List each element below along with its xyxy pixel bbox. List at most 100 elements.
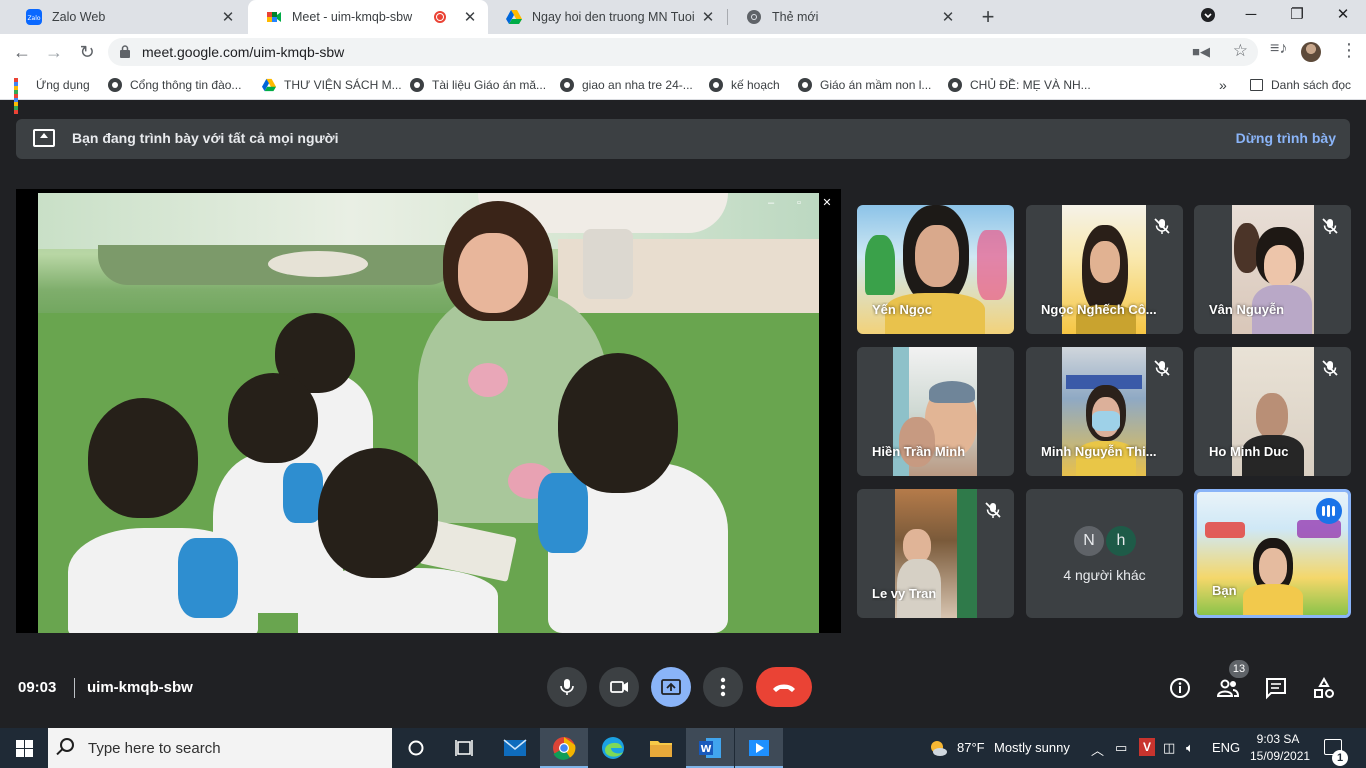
participant-tile[interactable]: Vân Nguyễn bbox=[1194, 205, 1351, 334]
stop-presenting-button[interactable]: Dừng trình bày bbox=[1236, 130, 1336, 146]
tab-title: Zalo Web bbox=[52, 10, 106, 24]
divider bbox=[74, 678, 75, 698]
reading-list-icon bbox=[1250, 79, 1263, 91]
self-view-tile[interactable]: Bạn bbox=[1194, 489, 1351, 618]
clock-time: 9:03 SA bbox=[1256, 732, 1300, 746]
tray-chevron-up-icon[interactable]: ︿ bbox=[1091, 740, 1104, 759]
participant-tile[interactable]: Le vy Tran bbox=[857, 489, 1014, 618]
minimize-icon[interactable]: – bbox=[761, 193, 781, 213]
profile-avatar[interactable] bbox=[1301, 42, 1321, 62]
participant-name: Minh Nguyễn Thi... bbox=[1041, 444, 1157, 459]
popout-icon[interactable]: ▫ bbox=[789, 193, 809, 213]
apps-icon bbox=[14, 78, 28, 114]
more-options-button[interactable] bbox=[703, 667, 743, 707]
participant-tile[interactable]: Yến Ngọc bbox=[857, 205, 1014, 334]
bookmarks-overflow-button[interactable]: » bbox=[1219, 76, 1227, 94]
tab-drive[interactable]: Ngay hoi den truong MN Tuoi Xa ✕ bbox=[488, 0, 726, 34]
more-vert-icon bbox=[720, 677, 726, 697]
bookmark-label: THƯ VIỆN SÁCH M... bbox=[284, 78, 402, 92]
taskbar-app-chrome[interactable] bbox=[540, 728, 588, 768]
self-name: Bạn bbox=[1212, 583, 1237, 598]
tab-search-button[interactable] bbox=[1185, 0, 1231, 30]
weather-temperature[interactable]: 87°F bbox=[957, 740, 985, 755]
camera-icon[interactable]: ■◀ bbox=[1192, 44, 1210, 60]
taskbar-app-media[interactable] bbox=[735, 728, 783, 768]
reading-list-button[interactable]: Danh sách đọc bbox=[1250, 76, 1351, 94]
windows-start-icon[interactable] bbox=[16, 740, 33, 757]
restore-button[interactable]: ❐ bbox=[1274, 0, 1320, 30]
weather-description[interactable]: Mostly sunny bbox=[994, 740, 1070, 755]
bookmark-item[interactable]: Giáo án mầm non l... bbox=[798, 76, 931, 94]
present-screen-icon bbox=[661, 679, 681, 695]
chrome-icon bbox=[553, 737, 576, 760]
participant-name: Hiền Trần Minh bbox=[872, 444, 966, 459]
close-icon[interactable]: ✕ bbox=[700, 8, 716, 26]
close-icon[interactable]: ✕ bbox=[817, 193, 837, 213]
taskbar-search-box[interactable]: Type here to search bbox=[48, 728, 392, 768]
tab-new-tab[interactable]: Thẻ mới ✕ bbox=[728, 0, 966, 34]
close-window-button[interactable]: ✕ bbox=[1320, 0, 1366, 30]
taskbar-app-edge[interactable] bbox=[589, 728, 637, 768]
new-tab-button[interactable]: + bbox=[974, 3, 1002, 31]
input-language[interactable]: ENG bbox=[1212, 740, 1240, 755]
meeting-time: 09:03 bbox=[18, 679, 57, 696]
bookmark-item[interactable]: Tài liệu Giáo án mă... bbox=[410, 76, 546, 94]
tab-meet[interactable]: Meet - uim-kmqb-sbw ✕ bbox=[248, 0, 488, 34]
close-icon[interactable]: ✕ bbox=[220, 8, 236, 26]
bookmark-item[interactable]: giao an nha tre 24-... bbox=[560, 76, 693, 94]
present-now-button[interactable] bbox=[651, 667, 691, 707]
camera-icon bbox=[610, 681, 628, 693]
network-icon[interactable]: ◫ bbox=[1163, 740, 1175, 756]
antivirus-tray-icon[interactable]: V bbox=[1139, 738, 1155, 756]
taskbar-app-word[interactable]: W bbox=[686, 728, 734, 768]
camera-button[interactable] bbox=[599, 667, 639, 707]
people-icon[interactable] bbox=[1216, 676, 1240, 700]
bookmark-item[interactable]: kế hoạch bbox=[709, 76, 780, 94]
media-control-icon[interactable]: ≡♪ bbox=[1270, 40, 1287, 58]
other-participants-tile[interactable]: N h 4 người khác bbox=[1026, 489, 1183, 618]
bookmark-label: CHỦ ĐỀ: MẸ VÀ NH... bbox=[970, 78, 1091, 92]
mic-off-icon bbox=[1322, 218, 1338, 234]
participant-name: Ho Minh Duc bbox=[1209, 444, 1289, 459]
tab-title: Ngay hoi den truong MN Tuoi Xa bbox=[532, 10, 694, 24]
activities-icon[interactable] bbox=[1312, 676, 1336, 700]
bookmark-apps[interactable]: Ứng dụng bbox=[14, 76, 90, 114]
bookmark-star-icon[interactable]: ☆ bbox=[1233, 41, 1248, 61]
bookmark-item[interactable]: THƯ VIỆN SÁCH M... bbox=[262, 76, 402, 94]
info-icon[interactable] bbox=[1168, 676, 1192, 700]
url-text[interactable]: meet.google.com/uim-kmqb-sbw bbox=[142, 44, 344, 60]
more-menu-icon[interactable]: ⋮ bbox=[1340, 40, 1358, 61]
cortana-button[interactable] bbox=[392, 728, 440, 768]
microphone-button[interactable] bbox=[547, 667, 587, 707]
bookmark-item[interactable]: CHỦ ĐỀ: MẸ VÀ NH... bbox=[948, 76, 1091, 94]
other-participants-label: 4 người khác bbox=[1063, 567, 1146, 583]
tab-zalo[interactable]: Zalo Zalo Web ✕ bbox=[8, 0, 246, 34]
task-view-button[interactable] bbox=[440, 728, 488, 768]
close-icon[interactable]: ✕ bbox=[940, 8, 956, 26]
back-button[interactable]: ← bbox=[9, 39, 35, 65]
taskbar-app-mail[interactable] bbox=[491, 728, 539, 768]
leave-call-button[interactable] bbox=[756, 667, 812, 707]
participant-tile[interactable]: Hiền Trần Minh bbox=[857, 347, 1014, 476]
minimize-button[interactable]: ─ bbox=[1228, 0, 1274, 30]
forward-button[interactable]: → bbox=[41, 39, 67, 65]
volume-icon[interactable]: 🔈︎ bbox=[1186, 740, 1194, 756]
battery-icon[interactable]: ▭ bbox=[1115, 740, 1127, 756]
taskbar-app-file-explorer[interactable] bbox=[637, 728, 685, 768]
presenting-message: Bạn đang trình bày với tất cả mọi người bbox=[72, 130, 339, 146]
participant-tile[interactable]: Minh Nguyễn Thi... bbox=[1026, 347, 1183, 476]
word-icon: W bbox=[699, 738, 721, 758]
address-bar[interactable]: meet.google.com/uim-kmqb-sbw ■◀ ☆ bbox=[108, 38, 1258, 66]
close-icon[interactable]: ✕ bbox=[462, 8, 478, 26]
participant-name: Le vy Tran bbox=[872, 586, 937, 601]
windows-taskbar: Type here to search W 87°F Mostly sunny … bbox=[0, 728, 1366, 768]
reload-button[interactable]: ↻ bbox=[74, 39, 100, 65]
taskbar-clock[interactable]: 9:03 SA 15/09/2021 bbox=[1250, 731, 1310, 765]
mic-off-icon bbox=[1322, 360, 1338, 376]
bookmark-item[interactable]: Cổng thông tin đào... bbox=[108, 76, 241, 94]
bookmark-label: Tài liệu Giáo án mă... bbox=[432, 78, 547, 92]
participant-tile[interactable]: Ho Minh Duc bbox=[1194, 347, 1351, 476]
cortana-icon bbox=[408, 740, 424, 756]
chat-icon[interactable] bbox=[1264, 676, 1288, 700]
participant-tile[interactable]: Ngọc Nghếch Cô... bbox=[1026, 205, 1183, 334]
